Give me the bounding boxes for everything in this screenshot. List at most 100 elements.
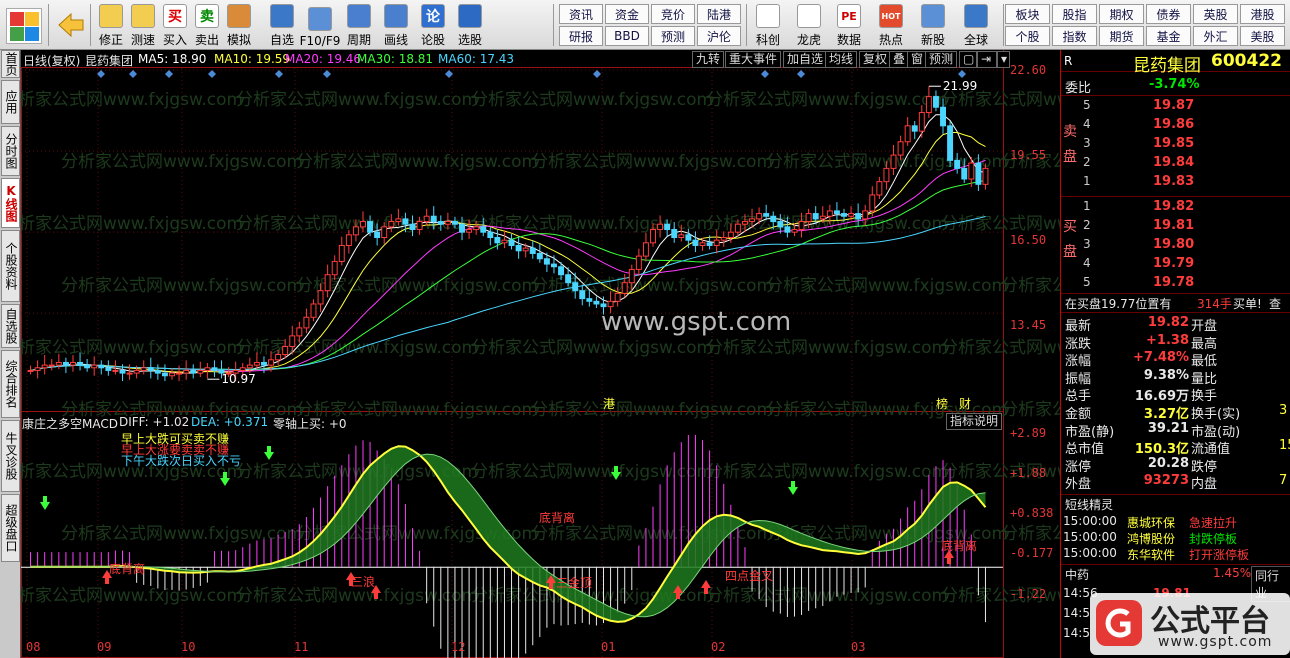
market-bottom-2[interactable]: 期货 xyxy=(1099,26,1144,46)
notice-text: 在买盘19.77位置有 xyxy=(1065,297,1172,311)
toolbar2-button-5[interactable]: 全球 xyxy=(958,2,994,48)
event-diamond-2 xyxy=(165,70,173,78)
quick-bottom-0[interactable]: 研报 xyxy=(559,26,603,46)
tape-row-1[interactable]: 15:00:00 鸿博股份 封跌停板 xyxy=(1061,530,1290,547)
toolbar-button-10[interactable]: 选股 xyxy=(451,2,489,48)
buy-level-4[interactable]: 4 19.79 xyxy=(1061,256,1290,273)
quick-top-2[interactable]: 竞价 xyxy=(651,4,695,24)
market-top-3[interactable]: 债券 xyxy=(1146,4,1191,24)
sell-level-3[interactable]: 3 19.85 xyxy=(1061,136,1290,153)
market-bottom-4[interactable]: 外汇 xyxy=(1193,26,1238,46)
sell-level-2[interactable]: 4 19.86 xyxy=(1061,117,1290,134)
sell-level-5[interactable]: 1 19.83 xyxy=(1061,174,1290,191)
candle-body xyxy=(749,218,756,223)
sell-level-4[interactable]: 2 19.84 xyxy=(1061,155,1290,172)
buy-level-3[interactable]: 3 19.80 xyxy=(1061,237,1290,254)
stat-right-label: 最高 xyxy=(1191,336,1218,352)
toolbar2-button-0[interactable]: 科创 xyxy=(750,2,786,48)
stat-label: 涨停 xyxy=(1065,459,1092,475)
sell-level-index: 1 xyxy=(1083,174,1091,188)
left-tab-4[interactable]: 个股资料 xyxy=(1,230,20,302)
toolbar2-button-2[interactable]: PE 数据 xyxy=(831,2,867,48)
chart-tool-3[interactable]: 均线 xyxy=(825,51,858,68)
candle-body xyxy=(112,369,119,372)
kline-chart-area[interactable]: 分析家公式网www.fxjgsw.com 分析家公式网www.fxjgsw.com… xyxy=(21,50,1060,658)
toolbar-button-8[interactable]: 画线 xyxy=(377,2,415,48)
quick-bottom-3[interactable]: 沪伦 xyxy=(697,26,741,46)
chart-tool-0[interactable]: 九转 xyxy=(692,51,725,68)
candle-body xyxy=(451,221,458,225)
tape-row-0[interactable]: 15:00:00 惠城环保 急速拉升 xyxy=(1061,514,1290,531)
chart-tool-7[interactable]: 预测 xyxy=(925,51,958,68)
candle-body xyxy=(190,369,197,374)
quick-bottom-2[interactable]: 预测 xyxy=(651,26,695,46)
market-top-5[interactable]: 港股 xyxy=(1240,4,1285,24)
candle-body xyxy=(918,112,925,132)
toolbar-button-1[interactable]: 测速 xyxy=(128,2,158,48)
market-bottom-3[interactable]: 基金 xyxy=(1146,26,1191,46)
expand-arrow-icon[interactable]: ⇥ xyxy=(977,51,997,68)
quick-top-1[interactable]: 资金 xyxy=(605,4,649,24)
back-arrow-icon[interactable] xyxy=(56,10,86,40)
toolbar-label: F10/F9 xyxy=(299,34,341,48)
f10-button[interactable]: F10/F9 xyxy=(299,2,341,48)
tape-row-2[interactable]: 15:00:00 东华软件 打开涨停板 xyxy=(1061,546,1290,563)
toolbar2-button-1[interactable]: 龙虎 xyxy=(791,2,827,48)
buy-level-1[interactable]: 1 19.82 xyxy=(1061,199,1290,216)
market-top-1[interactable]: 股指 xyxy=(1052,4,1097,24)
candle-body xyxy=(310,303,317,318)
left-tab-1[interactable]: 应用 xyxy=(1,80,20,124)
chart-tool-2[interactable]: 加自选 xyxy=(783,51,828,68)
tape-time: 15:00:00 xyxy=(1063,530,1117,544)
left-tab-2[interactable]: 分时图 xyxy=(1,126,20,176)
quick-bottom-1[interactable]: BBD xyxy=(605,26,649,46)
toolbar-button-2[interactable]: 买买入 xyxy=(160,2,190,48)
left-tab-7[interactable]: 牛叉诊股 xyxy=(1,420,20,492)
app-logo-icon[interactable] xyxy=(6,8,42,44)
toolbar-button-7[interactable]: 周期 xyxy=(340,2,378,48)
candle-body xyxy=(473,226,480,231)
buy-level-5[interactable]: 5 19.78 xyxy=(1061,275,1290,292)
chart-tool-4[interactable]: 复权 xyxy=(859,51,892,68)
sell-level-1[interactable]: 5 19.87 xyxy=(1061,98,1290,115)
market-top-4[interactable]: 英股 xyxy=(1193,4,1238,24)
toolbar-button-5[interactable]: 自选 xyxy=(263,2,301,48)
left-tab-0[interactable]: 首页 xyxy=(1,50,20,78)
faint-watermark-text: 分析家公式网www.fxjgsw.com xyxy=(21,338,243,358)
market-bottom-5[interactable]: 美股 xyxy=(1240,26,1285,46)
market-top-0[interactable]: 板块 xyxy=(1005,4,1050,24)
quick-top-3[interactable]: 陆港 xyxy=(697,4,741,24)
large-order-notice[interactable]: 在买盘19.77位置有 314手 买单! 查 xyxy=(1061,295,1290,312)
chart-tool-5[interactable]: 叠 xyxy=(889,51,910,68)
stat-label: 金额 xyxy=(1065,407,1092,422)
market-bottom-0[interactable]: 个股 xyxy=(1005,26,1050,46)
left-tab-6[interactable]: 综合排名 xyxy=(1,350,20,418)
buy-level-2[interactable]: 2 19.81 xyxy=(1061,218,1290,235)
candle-body xyxy=(289,335,296,348)
candle-body xyxy=(522,247,529,252)
chart-icon xyxy=(756,4,780,28)
dropdown-icon[interactable]: ▾ xyxy=(997,51,1010,68)
market-bottom-1[interactable]: 指数 xyxy=(1052,26,1097,46)
candle-body xyxy=(558,266,565,276)
left-tab-5[interactable]: 自选股 xyxy=(1,304,20,348)
stock-name-label: 昆药集团 xyxy=(85,54,134,68)
toolbar-button-3[interactable]: 卖卖出 xyxy=(192,2,222,48)
chart-tool-1[interactable]: 重大事件 xyxy=(725,51,782,68)
left-tab-8[interactable]: 超级盘口 xyxy=(1,494,20,562)
toolbar-button-4[interactable]: 模拟 xyxy=(224,2,254,48)
candle-body xyxy=(664,223,671,231)
toolbar-button-0[interactable]: 修正 xyxy=(96,2,126,48)
left-tab-3[interactable]: K线图 xyxy=(1,178,20,228)
buy-price: 19.78 xyxy=(1153,275,1195,290)
market-top-2[interactable]: 期权 xyxy=(1099,4,1144,24)
toolbar2-button-4[interactable]: 新股 xyxy=(915,2,951,48)
quick-top-0[interactable]: 资讯 xyxy=(559,4,603,24)
toolbar2-button-3[interactable]: HOT 热点 xyxy=(873,2,909,48)
window-pin-icon[interactable]: ▢ xyxy=(959,51,977,68)
notice-button[interactable]: 查 xyxy=(1269,295,1281,312)
indicator-help-button[interactable]: 指标说明 xyxy=(946,413,1003,430)
chart-tool-6[interactable]: 窗 xyxy=(907,51,928,68)
toolbar-button-9[interactable]: 论论股 xyxy=(414,2,452,48)
faint-watermark-text: 分析家公式网www.fxjgsw.com xyxy=(236,338,478,358)
